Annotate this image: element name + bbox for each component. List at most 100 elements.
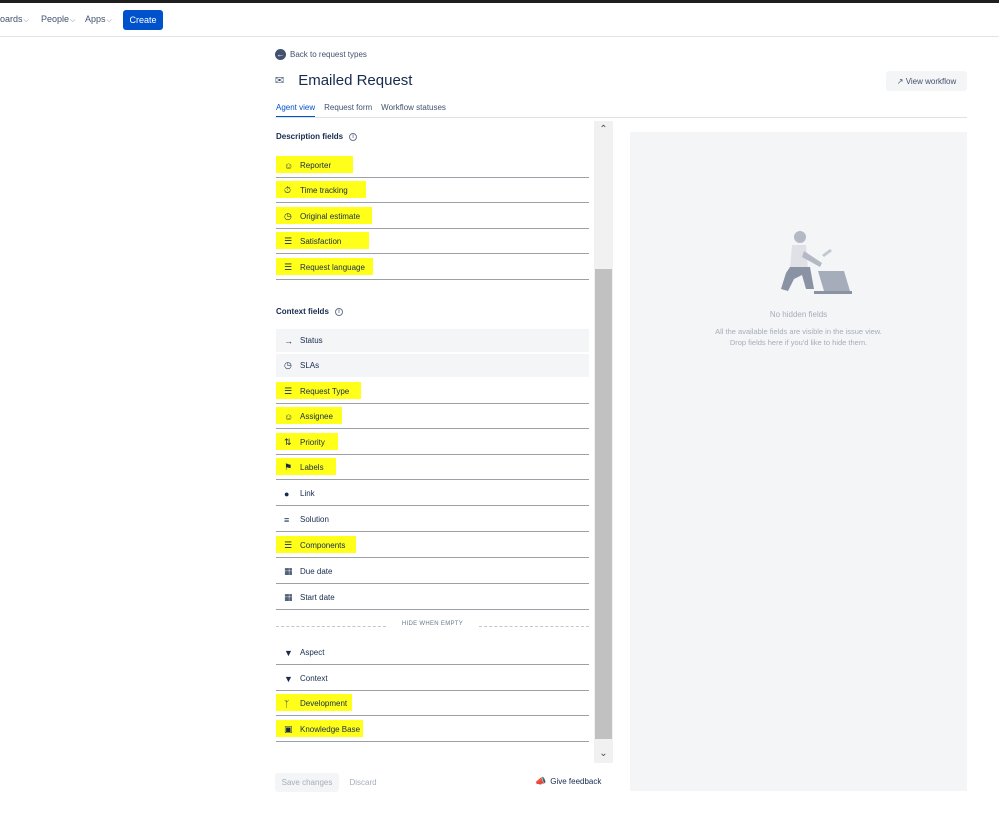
field-label: Reporter xyxy=(300,161,332,170)
field-label: Labels xyxy=(300,463,324,472)
tab-agent-view[interactable]: Agent view xyxy=(276,103,316,118)
no-hidden-desc-line-1: All the available fields are visible in … xyxy=(715,327,882,336)
field-request-type[interactable]: ☰ Request Type xyxy=(276,380,589,404)
give-feedback-label: Give feedback xyxy=(550,777,602,786)
create-button[interactable]: Create xyxy=(123,10,163,30)
sort-arrows-icon: ⇅ xyxy=(284,437,292,447)
field-assignee[interactable]: ☺ Assignee xyxy=(276,405,589,429)
back-link-label: Back to request types xyxy=(290,50,367,59)
nav-dashboards[interactable]: oards⌵ xyxy=(0,14,29,25)
chevron-circle-icon: ▼ xyxy=(284,673,293,684)
field-development[interactable]: ᛉ Development xyxy=(276,692,589,716)
chevron-down-icon: ⌵ xyxy=(70,17,76,24)
book-icon: ▣ xyxy=(284,724,293,734)
no-hidden-fields-description: All the available fields are visible in … xyxy=(630,326,967,348)
footer: Save changes Discard 📣 Give feedback xyxy=(275,773,608,793)
stopwatch-icon: ⏱ xyxy=(284,185,292,195)
back-link[interactable]: ← Back to request types xyxy=(275,49,367,60)
field-solution[interactable]: ≡ Solution xyxy=(276,508,589,532)
list-icon: ☰ xyxy=(284,540,293,550)
chevron-down-icon: ⌵ xyxy=(23,17,29,24)
give-feedback-button[interactable]: 📣 Give feedback xyxy=(535,776,601,787)
workflow-icon: ↗ xyxy=(896,76,904,86)
envelope-icon: ✉ xyxy=(275,75,285,87)
scroll-down-icon[interactable]: ⌄ xyxy=(594,745,613,763)
tag-icon: ⚑ xyxy=(284,462,293,472)
field-label: Status xyxy=(300,336,323,345)
save-changes-button[interactable]: Save changes xyxy=(275,773,339,792)
calendar-icon: ▦ xyxy=(284,592,293,602)
field-label: SLAs xyxy=(300,361,320,370)
tab-request-form[interactable]: Request form xyxy=(324,103,372,118)
field-start-date[interactable]: ▦ Start date xyxy=(276,586,589,610)
description-fields-heading-text: Description fields xyxy=(276,132,344,141)
title-row: ✉ Emailed Request xyxy=(275,72,412,89)
field-label: Components xyxy=(300,541,346,550)
tabs: Agent view Request form Workflow statuse… xyxy=(276,103,455,118)
field-label: Original estimate xyxy=(300,212,361,221)
context-fields-heading: Context fields i xyxy=(276,307,343,316)
field-due-date[interactable]: ▦ Due date xyxy=(276,560,589,584)
field-satisfaction[interactable]: ☰ Satisfaction xyxy=(276,230,589,254)
field-label: Satisfaction xyxy=(300,237,342,246)
field-knowledge-base[interactable]: ▣ Knowledge Base xyxy=(276,718,589,742)
text-lines-icon: ≡ xyxy=(284,514,290,525)
person-circle-icon: ☺ xyxy=(284,411,294,422)
field-original-estimate[interactable]: ◷ Original estimate xyxy=(276,205,589,229)
chevron-down-icon: ⌵ xyxy=(106,17,112,24)
fields-scroll-area: Description fields i ☺ Reporter ⏱ Time t… xyxy=(271,121,593,763)
nav-apps[interactable]: Apps⌵ xyxy=(85,14,112,25)
person-circle-icon: ☺ xyxy=(284,160,294,171)
branch-icon: ᛉ xyxy=(284,698,290,709)
list-icon: ☰ xyxy=(284,236,293,246)
info-icon[interactable]: i xyxy=(334,307,343,316)
page-title: Emailed Request xyxy=(298,72,413,89)
field-label: Start date xyxy=(300,593,335,602)
person-with-laptop-illustration xyxy=(781,231,852,294)
arrow-right-icon: → xyxy=(284,335,293,346)
arrow-left-circle-icon: ← xyxy=(275,49,286,60)
hidden-fields-dropzone[interactable]: No hidden fields All the available field… xyxy=(630,132,967,791)
tab-workflow-statuses[interactable]: Workflow statuses xyxy=(381,103,446,118)
megaphone-icon: 📣 xyxy=(535,776,547,786)
clock-icon: ◷ xyxy=(284,211,292,221)
field-label: Knowledge Base xyxy=(300,725,361,734)
info-icon[interactable]: i xyxy=(349,132,358,141)
scroll-up-icon[interactable]: ⌃ xyxy=(594,121,613,139)
field-label: Context xyxy=(300,674,328,683)
field-time-tracking[interactable]: ⏱ Time tracking xyxy=(276,179,589,203)
field-label: Aspect xyxy=(300,648,325,657)
scrollbar[interactable]: ⌃ ⌄ xyxy=(594,121,613,763)
scroll-thumb[interactable] xyxy=(595,269,612,739)
field-slas[interactable]: ◷ SLAs xyxy=(276,354,589,378)
field-label: Solution xyxy=(300,515,329,524)
field-labels[interactable]: ⚑ Labels xyxy=(276,456,589,480)
discard-button[interactable]: Discard xyxy=(343,773,383,792)
clock-filled-icon: ● xyxy=(284,488,290,499)
field-context[interactable]: ▼ Context xyxy=(276,667,589,691)
field-label: Assignee xyxy=(300,412,333,421)
field-request-language[interactable]: ☰ Request language xyxy=(276,256,589,280)
nav-people-label: People xyxy=(41,14,70,24)
nav-apps-label: Apps xyxy=(85,14,106,24)
nav-people[interactable]: People⌵ xyxy=(41,14,75,25)
view-workflow-button[interactable]: ↗ View workflow xyxy=(886,71,967,91)
field-components[interactable]: ☰ Components xyxy=(276,534,589,558)
list-icon: ☰ xyxy=(284,262,293,272)
tabs-divider xyxy=(275,117,967,118)
field-label: Request language xyxy=(300,263,365,272)
hide-when-empty-divider: HIDE WHEN EMPTY xyxy=(276,621,589,631)
field-label: Request Type xyxy=(300,387,350,396)
fields-panel: Description fields i ☺ Reporter ⏱ Time t… xyxy=(271,121,613,763)
field-label: Development xyxy=(300,699,348,708)
nav-dashboards-label: oards xyxy=(0,14,23,24)
description-fields-heading: Description fields i xyxy=(276,132,358,141)
field-priority[interactable]: ⇅ Priority xyxy=(276,431,589,455)
field-reporter[interactable]: ☺ Reporter xyxy=(276,154,589,178)
field-aspect[interactable]: ▼ Aspect xyxy=(276,641,589,665)
top-navigation: oards⌵ People⌵ Apps⌵ Create xyxy=(0,3,999,37)
field-link[interactable]: ● Link xyxy=(276,482,589,506)
field-label: Due date xyxy=(300,567,333,576)
field-label: Time tracking xyxy=(300,186,348,195)
field-status[interactable]: → Status xyxy=(276,329,589,353)
